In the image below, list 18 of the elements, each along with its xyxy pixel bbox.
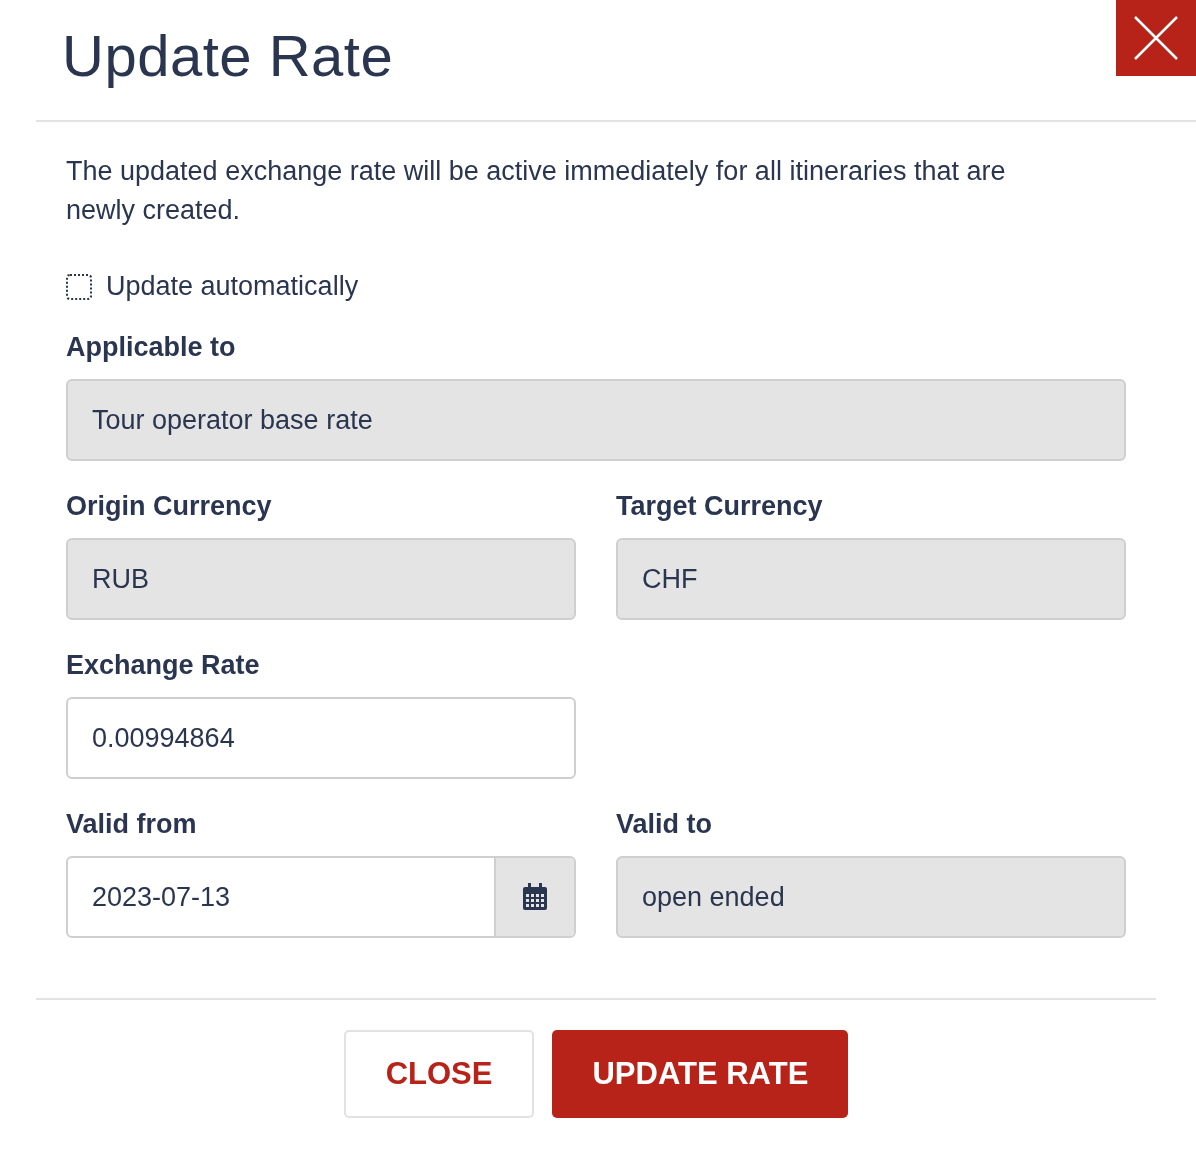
date-field[interactable]: 2023-07-13 xyxy=(66,856,576,938)
field-label: Exchange Rate xyxy=(66,650,261,681)
description-text: The updated exchange rate will be active immediately for all itineraries that are newly created. xyxy=(66,155,1007,227)
update-rate-button[interactable]: UPDATE RATE xyxy=(552,1030,849,1118)
input-field[interactable]: 0.00994864 xyxy=(66,697,576,779)
field-label: Applicable to xyxy=(66,332,237,363)
calendar-icon xyxy=(522,883,548,911)
field-label: Valid to xyxy=(616,809,714,840)
close-dialog-button[interactable]: CLOSE xyxy=(343,1030,535,1118)
field-label: Origin Currency xyxy=(66,491,273,522)
close-icon xyxy=(1133,15,1179,61)
calendar-button[interactable] xyxy=(494,858,574,936)
field-label: Valid from xyxy=(66,809,198,840)
checkbox[interactable] xyxy=(66,273,92,300)
close-button[interactable] xyxy=(1116,0,1196,76)
checkbox-label: Update automatically xyxy=(106,271,359,302)
dialog-title: Update Rate xyxy=(62,22,394,89)
field-label: Target Currency xyxy=(616,491,824,522)
